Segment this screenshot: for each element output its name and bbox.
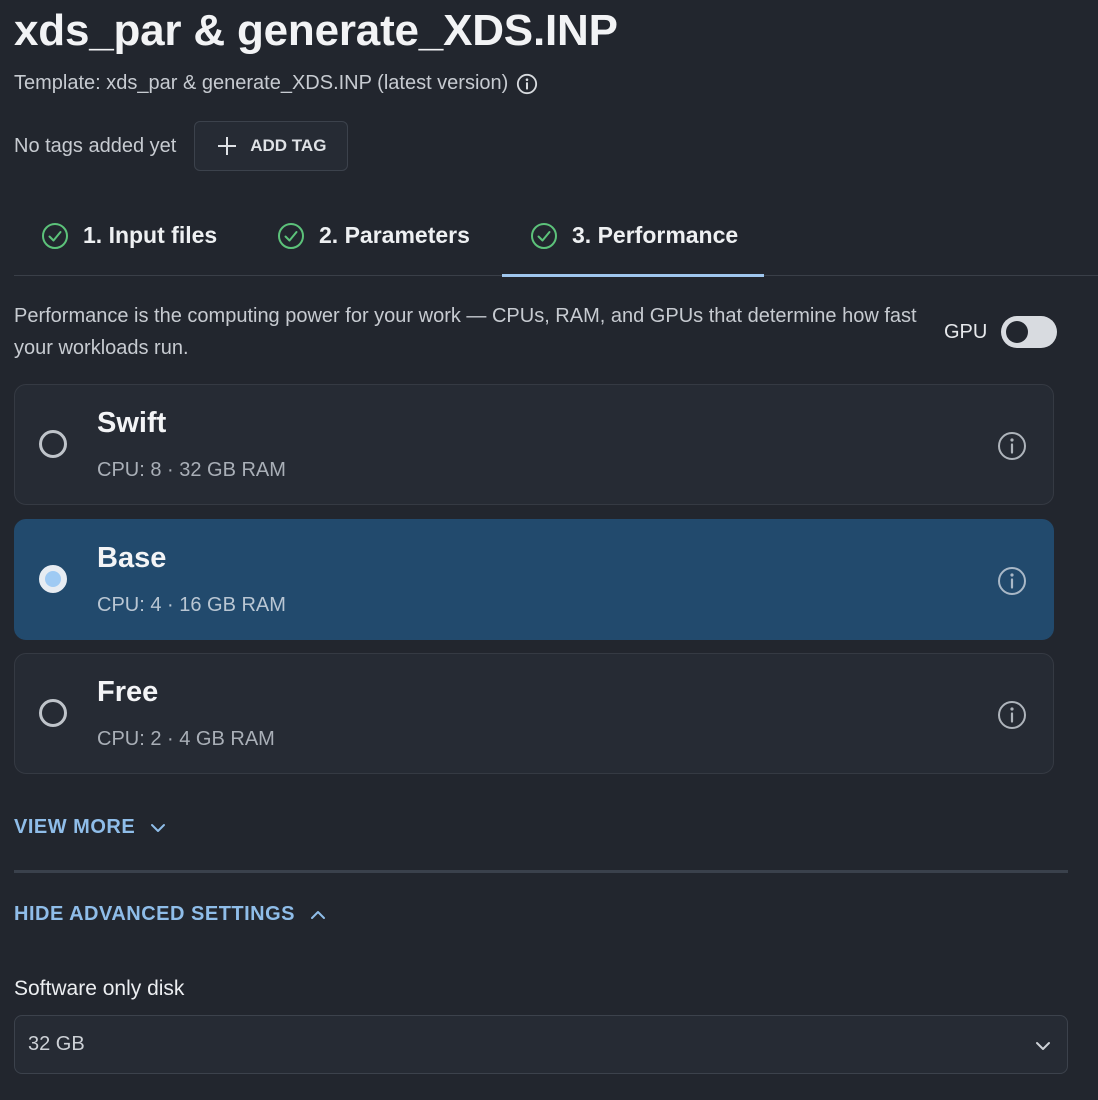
radio-button[interactable] [39,430,67,458]
gpu-toggle[interactable] [1001,316,1058,348]
info-icon[interactable] [997,431,1027,461]
info-icon[interactable] [997,700,1027,730]
hide-advanced-settings-button[interactable]: HIDE ADVANCED SETTINGS [14,903,327,926]
gpu-label: GPU [944,320,988,343]
gpu-setting: GPU [944,316,1058,348]
chevron-down-icon [1036,1042,1050,1050]
tab-performance[interactable]: 3. Performance [501,196,765,277]
add-tag-label: ADD TAG [250,136,327,155]
radio-button[interactable] [39,699,67,727]
radio-button[interactable] [39,565,67,593]
section-divider [14,870,1068,873]
info-icon[interactable] [997,566,1027,596]
view-more-label: VIEW MORE [14,816,136,838]
tab-label: 3. Performance [572,222,739,248]
template-text: Template: xds_par & generate_XDS.INP (la… [14,72,509,94]
performance-option-swift[interactable]: Swift CPU: 8 · 32 GB RAM [14,384,1054,505]
tags-empty-text: No tags added yet [14,134,177,157]
tab-parameters[interactable]: 2. Parameters [277,196,470,275]
option-name: Base [97,542,167,574]
software-disk-select[interactable]: 32 GB [14,1015,1068,1074]
plus-icon [218,137,237,155]
template-info: Template: xds_par & generate_XDS.INP (la… [14,72,538,95]
check-circle-icon [42,222,68,249]
option-spec: CPU: 2 · 4 GB RAM [97,728,275,750]
tab-label: 2. Parameters [319,222,470,248]
performance-option-base[interactable]: Base CPU: 4 · 16 GB RAM [14,519,1054,640]
step-tabs: 1. Input files 2. Parameters 3. Performa… [14,196,1098,277]
toggle-knob [1006,321,1029,343]
page: xds_par & generate_XDS.INP Template: xds… [0,0,1098,1100]
page-title: xds_par & generate_XDS.INP [14,6,618,55]
tags-row: No tags added yet ADD TAG [14,121,349,171]
check-circle-icon [278,222,304,249]
option-name: Swift [97,407,167,439]
option-spec: CPU: 8 · 32 GB RAM [97,459,286,481]
info-icon[interactable] [516,73,538,95]
view-more-button[interactable]: VIEW MORE [14,816,167,839]
check-circle-icon [531,222,557,249]
chevron-up-icon [311,910,326,919]
tab-input-files[interactable]: 1. Input files [41,196,217,275]
chevron-down-icon [151,823,166,832]
option-name: Free [97,676,159,708]
tab-label: 1. Input files [83,222,218,248]
option-spec: CPU: 4 · 16 GB RAM [97,594,286,616]
software-disk-label: Software only disk [14,977,185,1000]
add-tag-button[interactable]: ADD TAG [194,121,349,171]
performance-option-free[interactable]: Free CPU: 2 · 4 GB RAM [14,653,1054,774]
disk-selected-value: 32 GB [28,1033,85,1055]
performance-description: Performance is the computing power for y… [14,305,917,359]
hide-advanced-label: HIDE ADVANCED SETTINGS [14,903,296,925]
